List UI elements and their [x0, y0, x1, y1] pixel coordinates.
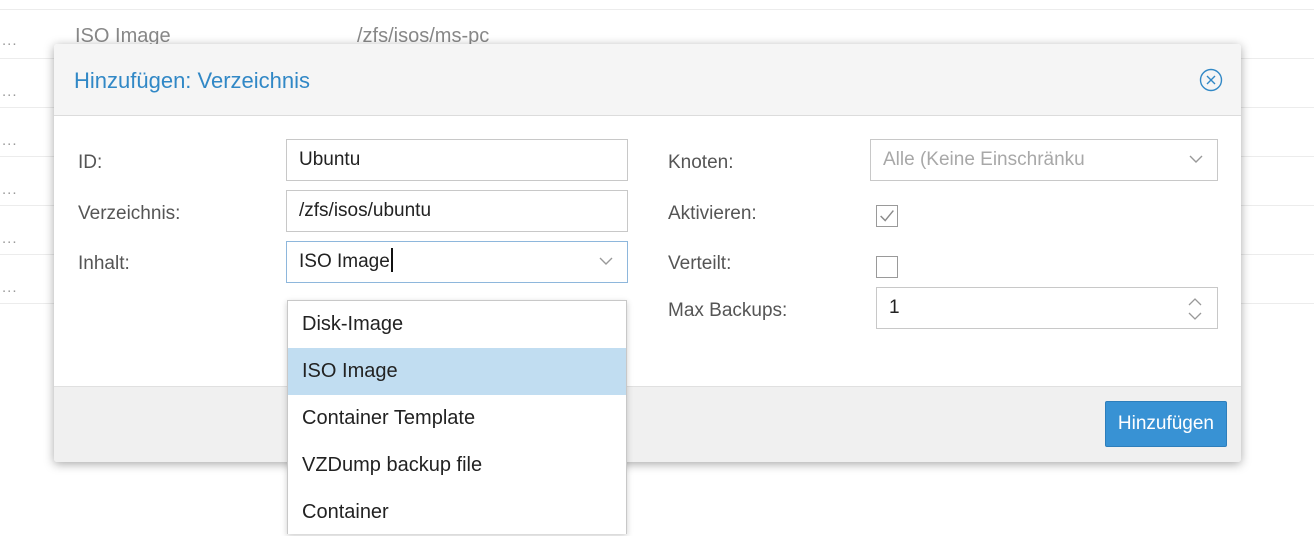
- content-combobox[interactable]: ISO Image: [286, 241, 628, 283]
- id-label: ID:: [78, 152, 103, 173]
- dropdown-option-container[interactable]: Container: [288, 489, 626, 536]
- chevron-down-icon[interactable]: [1189, 154, 1203, 164]
- directory-label: Verzeichnis:: [78, 203, 181, 224]
- content-dropdown-list: Disk-Image ISO Image Container Template …: [287, 300, 627, 534]
- directory-input[interactable]: /zfs/isos/ubuntu: [286, 190, 628, 232]
- enable-label: Aktivieren:: [668, 203, 757, 224]
- id-input[interactable]: Ubuntu: [286, 139, 628, 181]
- table-row: [0, 0, 1314, 10]
- content-label: Inhalt:: [78, 253, 130, 274]
- dialog-footer: Hinzufügen: [54, 386, 1241, 462]
- max-backups-value: 1: [889, 297, 900, 318]
- max-backups-input[interactable]: 1: [876, 287, 1218, 329]
- dialog-body: ID: Ubuntu Verzeichnis: /zfs/isos/ubuntu…: [54, 116, 1241, 386]
- close-icon[interactable]: [1199, 68, 1223, 92]
- nodes-label: Knoten:: [668, 152, 734, 173]
- add-directory-dialog: Hinzufügen: Verzeichnis ID: Ubuntu Verze…: [54, 44, 1241, 462]
- dialog-title: Hinzufügen: Verzeichnis: [74, 68, 311, 93]
- shared-checkbox[interactable]: [876, 256, 898, 278]
- spinner-arrows-icon[interactable]: [1187, 296, 1203, 322]
- chevron-down-icon[interactable]: [599, 256, 613, 266]
- nodes-select[interactable]: Alle (Keine Einschränku: [870, 139, 1218, 181]
- max-backups-label: Max Backups:: [668, 300, 788, 321]
- checkmark-icon: [880, 210, 894, 222]
- row-ellipsis: ...: [2, 230, 18, 247]
- dropdown-option-vzdump-backup[interactable]: VZDump backup file: [288, 442, 626, 489]
- dropdown-option-iso-image[interactable]: ISO Image: [288, 348, 626, 395]
- nodes-select-placeholder: Alle (Keine Einschränku: [883, 149, 1085, 170]
- row-ellipsis: ...: [2, 83, 18, 100]
- enable-checkbox[interactable]: [876, 205, 898, 227]
- dialog-header: Hinzufügen: Verzeichnis: [54, 44, 1241, 116]
- row-ellipsis: ...: [2, 279, 18, 296]
- dropdown-option-container-template[interactable]: Container Template: [288, 395, 626, 442]
- add-button[interactable]: Hinzufügen: [1104, 401, 1227, 447]
- text-caret: [390, 248, 393, 272]
- row-ellipsis: ...: [2, 181, 18, 198]
- dropdown-option-disk-image[interactable]: Disk-Image: [288, 301, 626, 348]
- row-ellipsis: ...: [2, 32, 18, 49]
- shared-label: Verteilt:: [668, 253, 732, 274]
- row-ellipsis: ...: [2, 132, 18, 149]
- content-combobox-value: ISO Image: [299, 251, 390, 272]
